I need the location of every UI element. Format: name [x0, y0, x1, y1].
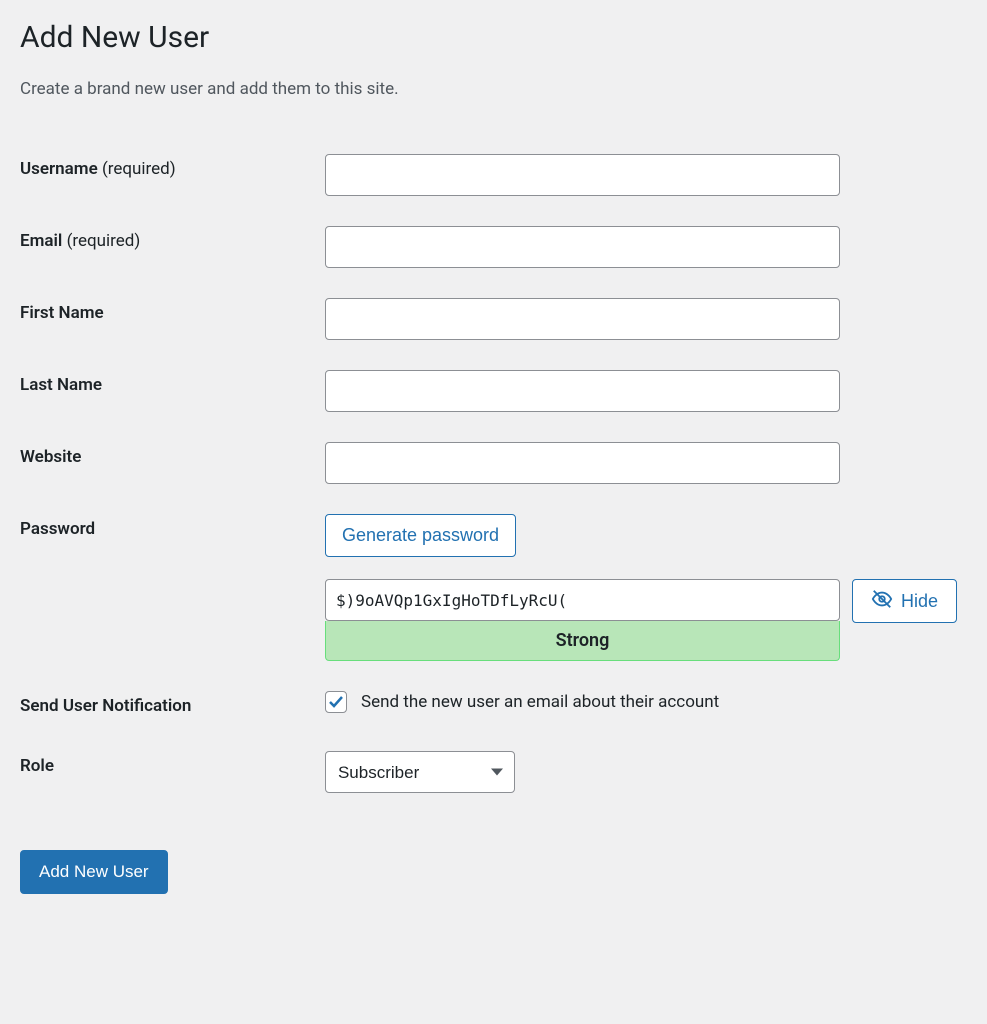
website-input[interactable] — [325, 442, 840, 484]
check-icon — [328, 694, 344, 710]
lastname-input[interactable] — [325, 370, 840, 412]
password-strength: Strong — [325, 621, 840, 661]
email-label: Email — [20, 231, 62, 251]
role-select[interactable]: Subscriber — [325, 751, 515, 793]
email-input[interactable] — [325, 226, 840, 268]
notification-checkbox-label: Send the new user an email about their a… — [361, 692, 719, 712]
page-description: Create a brand new user and add them to … — [20, 79, 967, 99]
username-required: (required) — [102, 159, 176, 179]
username-input[interactable] — [325, 154, 840, 196]
lastname-label: Last Name — [20, 375, 102, 395]
firstname-input[interactable] — [325, 298, 840, 340]
page-title: Add New User — [20, 20, 967, 55]
password-label: Password — [20, 519, 95, 539]
notification-checkbox[interactable] — [325, 691, 347, 713]
email-required: (required) — [67, 231, 141, 251]
notification-label: Send User Notification — [20, 696, 191, 716]
role-label: Role — [20, 756, 54, 776]
hide-password-button[interactable]: Hide — [852, 579, 957, 623]
eye-slash-icon — [871, 588, 893, 615]
generate-password-button[interactable]: Generate password — [325, 514, 516, 557]
add-user-button[interactable]: Add New User — [20, 850, 168, 894]
website-label: Website — [20, 447, 81, 467]
firstname-label: First Name — [20, 303, 104, 323]
hide-button-label: Hide — [901, 591, 938, 612]
username-label: Username — [20, 159, 98, 179]
password-input[interactable] — [325, 579, 840, 621]
